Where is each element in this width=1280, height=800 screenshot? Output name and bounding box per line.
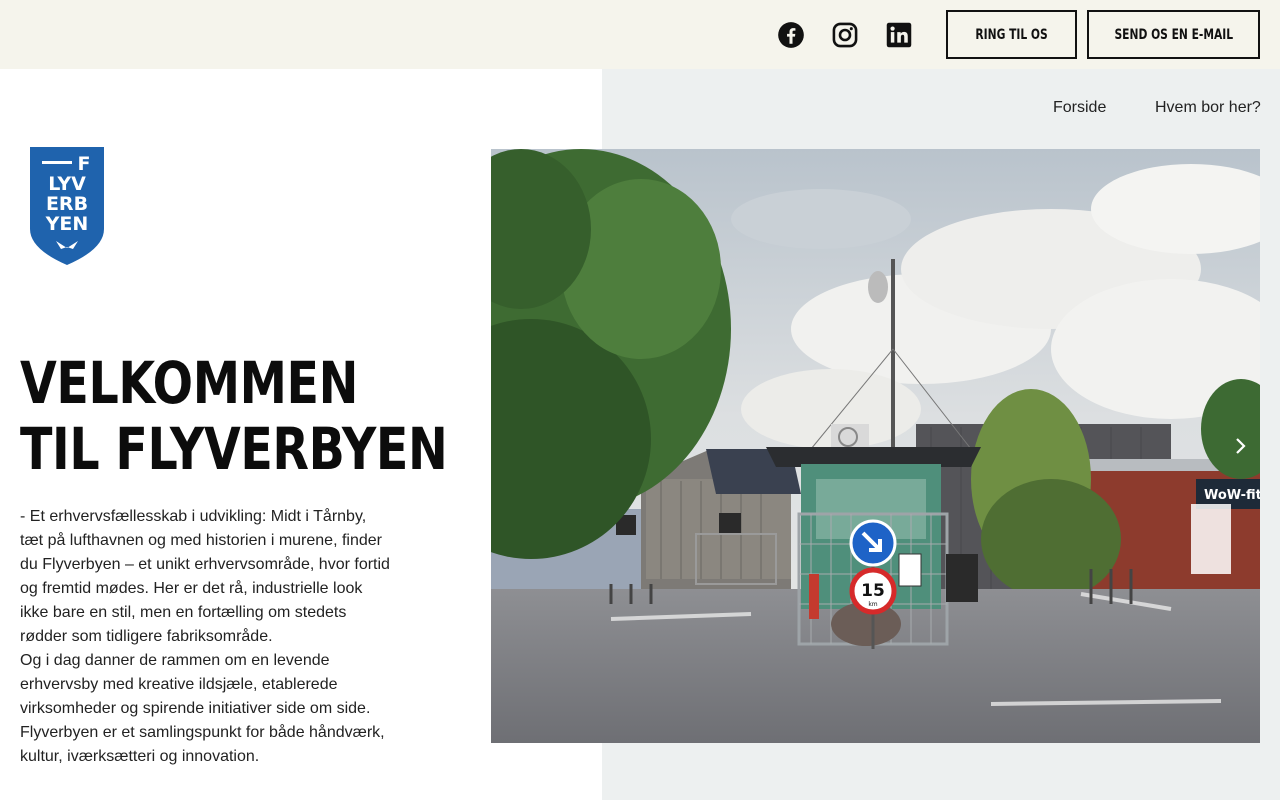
flyverbyen-logo[interactable]: F LYV ERB YEN [28, 145, 106, 267]
nav-item-forside[interactable]: Forside [1053, 99, 1106, 117]
logo-letters-4: YEN [45, 213, 89, 235]
page-title: VELKOMMEN TIL FLYVERBYEN [20, 349, 448, 483]
intro-text: - Et erhvervsfællesskab i udvikling: Mid… [20, 505, 390, 769]
page-title-line-2: TIL FLYVERBYEN [20, 415, 448, 483]
call-us-label: RING TIL OS [975, 26, 1048, 43]
logo-letters-3: ERB [46, 193, 88, 215]
shop-sign-text: WoW-fit [1204, 488, 1260, 503]
top-bar: RING TIL OS SEND OS EN E-MAIL [0, 0, 1280, 69]
intro-paragraph-1: - Et erhvervsfællesskab i udvikling: Mid… [20, 508, 390, 645]
email-us-button[interactable]: SEND OS EN E-MAIL [1087, 10, 1260, 59]
logo-letters-1: F [78, 153, 91, 175]
nav-item-hvem-bor-her[interactable]: Hvem bor her? [1155, 99, 1261, 117]
call-us-button[interactable]: RING TIL OS [946, 10, 1077, 59]
intro-paragraph-2: Og i dag danner de rammen om en levende … [20, 652, 385, 765]
linkedin-icon[interactable] [884, 20, 914, 50]
carousel-next-arrow[interactable] [1232, 436, 1250, 456]
facebook-icon[interactable] [776, 20, 806, 50]
logo-letters-2: LYV [48, 173, 86, 195]
page-title-line-1: VELKOMMEN [20, 349, 359, 417]
speed-sign-number: 15 [861, 581, 885, 601]
speed-sign-unit: km [868, 601, 877, 608]
email-us-label: SEND OS EN E-MAIL [1114, 26, 1233, 43]
instagram-icon[interactable] [830, 20, 860, 50]
hero-image: WoW-fit 15 km [491, 149, 1260, 743]
